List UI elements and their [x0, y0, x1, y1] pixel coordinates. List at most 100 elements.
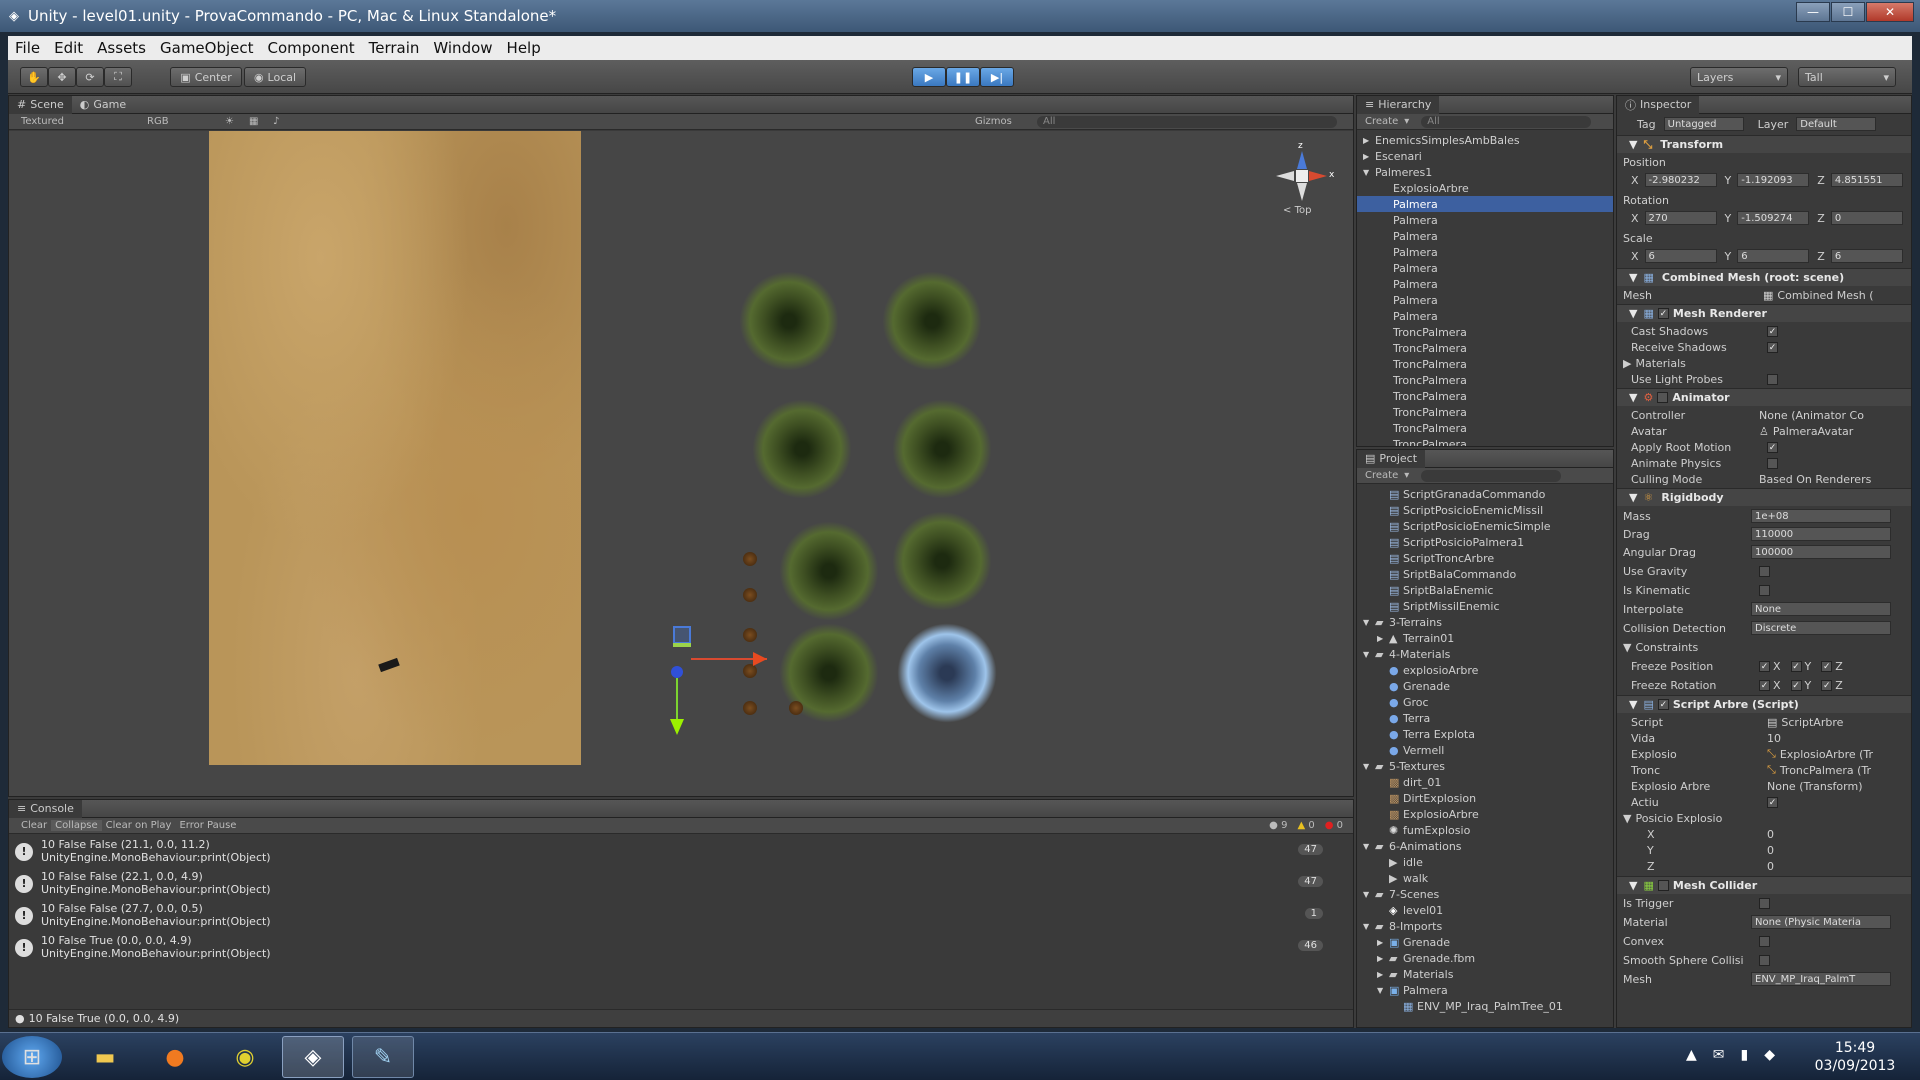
project-item[interactable]: ▶ ▣ Grenade [1357, 934, 1613, 950]
layers-dropdown[interactable]: Layers ▾ [1690, 67, 1788, 87]
project-item[interactable]: ▼ ▰ 7-Scenes [1357, 886, 1613, 902]
chrome-taskbar-icon[interactable]: ◉ [214, 1036, 276, 1078]
hierarchy-item[interactable]: Palmera [1357, 244, 1613, 260]
tree-arrow-icon[interactable]: ▶ [1377, 970, 1389, 979]
pivot-local-button[interactable]: ◉ Local [244, 67, 306, 87]
menu-window[interactable]: Window [426, 39, 499, 57]
move-gizmo-plane-handle[interactable] [673, 626, 691, 644]
culling-mode-dropdown[interactable]: Based On Renderers [1759, 473, 1871, 486]
console-entry[interactable]: ! 10 False False (22.1, 0.0, 4.9) UnityE… [9, 868, 1353, 900]
minimize-button[interactable]: — [1796, 2, 1830, 22]
hierarchy-item[interactable]: ▼ Palmeres1 [1357, 164, 1613, 180]
palm-trunk[interactable] [743, 588, 757, 602]
script-arbre-header[interactable]: ▼ ▤ ✓ Script Arbre (Script) [1617, 695, 1911, 713]
posicio-y-input[interactable]: 0 [1767, 844, 1774, 857]
project-item[interactable]: ● Grenade [1357, 678, 1613, 694]
gizmos-dropdown[interactable]: Gizmos [975, 116, 1012, 127]
scene-orientation-gizmo[interactable]: z x < Top [1275, 139, 1345, 219]
hierarchy-item[interactable]: ▶ Escenari [1357, 148, 1613, 164]
hierarchy-item[interactable]: Palmera [1357, 292, 1613, 308]
project-item[interactable]: ▩ ExplosioArbre [1357, 806, 1613, 822]
hierarchy-item[interactable]: TroncPalmera [1357, 420, 1613, 436]
vida-input[interactable]: 10 [1767, 732, 1781, 745]
palm-trunk[interactable] [743, 664, 757, 678]
mesh-renderer-enabled-checkbox[interactable]: ✓ [1657, 308, 1669, 319]
freeze-rot-y-checkbox[interactable]: ✓ [1790, 679, 1802, 691]
hierarchy-item[interactable]: Palmera [1357, 308, 1613, 324]
mail-icon[interactable]: ✉ [1713, 1047, 1725, 1063]
palm-tree[interactable] [882, 271, 982, 371]
menu-gameobject[interactable]: GameObject [153, 39, 261, 57]
project-item[interactable]: ● Terra Explota [1357, 726, 1613, 742]
hand-tool-icon[interactable]: ✋ [20, 67, 48, 87]
constraints-foldout[interactable]: ▼ Constraints [1623, 639, 1905, 655]
project-item[interactable]: ▶ idle [1357, 854, 1613, 870]
avatar-field[interactable]: PalmeraAvatar [1773, 425, 1853, 438]
move-gizmo-y-axis[interactable] [676, 678, 678, 724]
project-item[interactable]: ▼ ▰ 8-Imports [1357, 918, 1613, 934]
project-item[interactable]: ● Groc [1357, 694, 1613, 710]
palm-tree[interactable] [779, 521, 879, 621]
menu-edit[interactable]: Edit [47, 39, 90, 57]
convex-checkbox[interactable] [1759, 935, 1770, 947]
play-button[interactable]: ▶ [912, 67, 946, 87]
project-item[interactable]: ▦ ENV_MP_Iraq_PalmTree_01 [1357, 998, 1613, 1014]
project-item[interactable]: ● explosioArbre [1357, 662, 1613, 678]
collision-detection-dropdown[interactable]: Discrete [1751, 621, 1891, 635]
tree-arrow-icon[interactable]: ▼ [1363, 168, 1375, 177]
project-item[interactable]: ● Terra [1357, 710, 1613, 726]
project-item[interactable]: ▼ ▰ 6-Animations [1357, 838, 1613, 854]
pause-button[interactable]: ❚❚ [946, 67, 980, 87]
tree-arrow-icon[interactable]: ▶ [1377, 634, 1389, 643]
hierarchy-create-dropdown[interactable]: Create [1365, 116, 1398, 127]
project-item[interactable]: ▤ ScriptPosicioEnemicSimple [1357, 518, 1613, 534]
rotation-y-input[interactable]: -1.509274 [1737, 211, 1810, 225]
project-search-input[interactable] [1421, 469, 1562, 482]
hierarchy-item[interactable]: Palmera [1357, 212, 1613, 228]
project-item[interactable]: ▼ ▣ Palmera [1357, 982, 1613, 998]
script-field[interactable]: ScriptArbre [1781, 716, 1843, 729]
gizmo-negz-cone-icon[interactable] [1297, 183, 1307, 201]
project-item[interactable]: ▼ ▰ 4-Materials [1357, 646, 1613, 662]
palm-trunk[interactable] [789, 701, 803, 715]
hierarchy-item[interactable]: ▶ EnemicsSimplesAmbBales [1357, 132, 1613, 148]
freeze-rot-x-checkbox[interactable]: ✓ [1759, 679, 1770, 691]
tab-scene[interactable]: # Scene [9, 95, 72, 114]
console-error-pause-button[interactable]: Error Pause [175, 820, 240, 831]
rotation-x-input[interactable]: 270 [1644, 211, 1717, 225]
scale-y-input[interactable]: 6 [1737, 249, 1810, 263]
hierarchy-item[interactable]: Palmera [1357, 276, 1613, 292]
scale-tool-icon[interactable]: ⛶ [104, 67, 132, 87]
project-item[interactable]: ▤ ScriptGranadaCommando [1357, 486, 1613, 502]
audio-toggle-icon[interactable]: ♪ [273, 116, 279, 127]
close-button[interactable]: ✕ [1866, 2, 1914, 22]
project-item[interactable]: ▤ ScriptPosicioPalmera1 [1357, 534, 1613, 550]
hierarchy-item[interactable]: TroncPalmera [1357, 388, 1613, 404]
position-y-input[interactable]: -1.192093 [1737, 173, 1810, 187]
start-button[interactable]: ⊞ [2, 1036, 62, 1078]
project-item[interactable]: ▤ SriptMissilEnemic [1357, 598, 1613, 614]
mesh-collider-enabled-checkbox[interactable] [1657, 880, 1669, 891]
posicio-z-input[interactable]: 0 [1767, 860, 1774, 873]
freeze-rot-z-checkbox[interactable]: ✓ [1821, 679, 1833, 691]
console-clear-button[interactable]: Clear [17, 820, 51, 831]
project-item[interactable]: ◈ level01 [1357, 902, 1613, 918]
light-probes-checkbox[interactable] [1767, 373, 1778, 385]
maximize-button[interactable]: ☐ [1831, 2, 1865, 22]
tag-dropdown[interactable]: Untagged [1663, 117, 1744, 131]
palm-trunk[interactable] [743, 701, 757, 715]
hierarchy-item[interactable]: TroncPalmera [1357, 356, 1613, 372]
menu-terrain[interactable]: Terrain [362, 39, 427, 57]
gizmo-z-cone-icon[interactable] [1297, 151, 1307, 169]
project-item[interactable]: ▩ dirt_01 [1357, 774, 1613, 790]
smooth-sphere-checkbox[interactable] [1759, 954, 1770, 966]
palm-trunk[interactable] [743, 552, 757, 566]
freeze-pos-y-checkbox[interactable]: ✓ [1790, 660, 1802, 672]
tree-arrow-icon[interactable]: ▶ [1363, 152, 1375, 161]
project-item[interactable]: ▶ ▰ Materials [1357, 966, 1613, 982]
animator-enabled-checkbox[interactable] [1657, 392, 1669, 403]
log-count-badge[interactable]: ● 9 [1269, 820, 1287, 831]
animate-physics-checkbox[interactable] [1767, 457, 1778, 469]
project-item[interactable]: ▤ SriptBalaEnemic [1357, 582, 1613, 598]
transform-header[interactable]: ▼ ⤡ Transform [1617, 135, 1911, 153]
